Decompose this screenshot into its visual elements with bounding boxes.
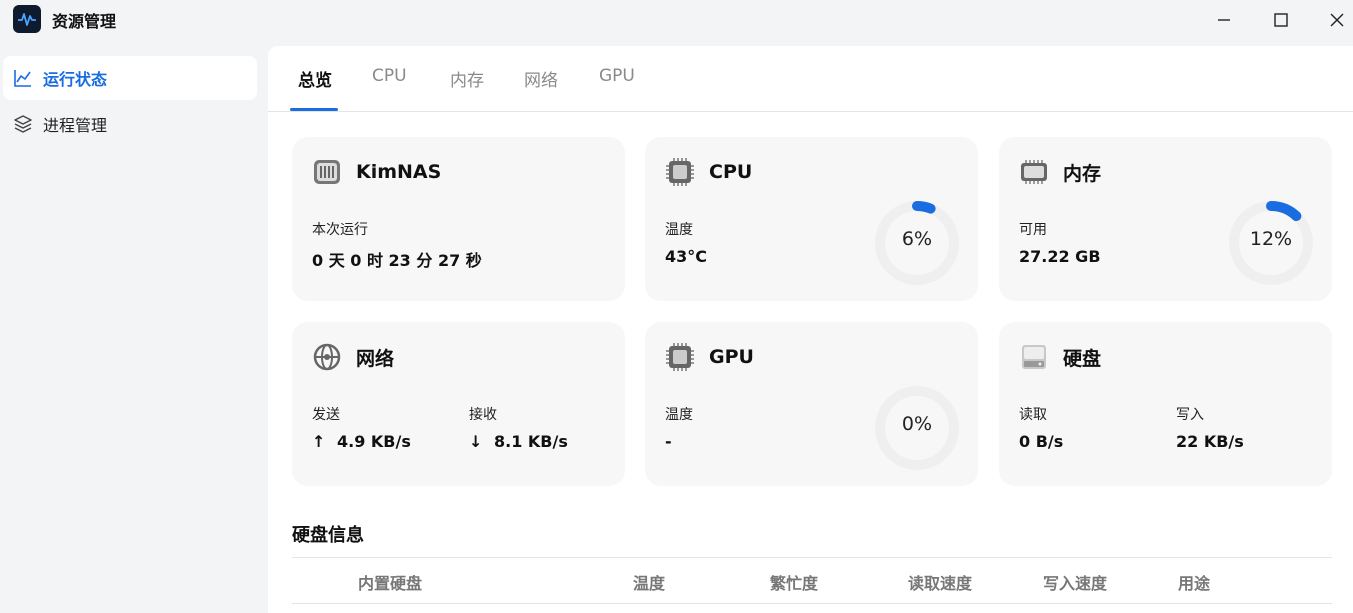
cpu-usage-text: 6% (901, 228, 933, 250)
cpu-usage-gauge: 6% (872, 198, 962, 288)
cpu-card: CPU 温度 43°C 6% (645, 137, 978, 301)
disk-write-value: 22 KB/s (1176, 432, 1244, 451)
memory-available-value: 27.22 GB (1019, 247, 1101, 266)
maximize-button[interactable] (1269, 8, 1293, 32)
close-icon (1330, 13, 1344, 27)
column-header[interactable]: 写入速度 (1043, 570, 1107, 594)
disk-read-value: 0 B/s (1019, 432, 1064, 451)
cpu-chip-icon (666, 158, 694, 186)
uptime-label: 本次运行 (312, 222, 368, 238)
memory-available-label: 可用 (1019, 222, 1047, 238)
memory-usage-text: 12% (1249, 228, 1293, 250)
disk-info-title: 硬盘信息 (292, 525, 364, 546)
tab-memory[interactable]: 内存 (450, 66, 484, 91)
disk-card: 硬盘 读取 0 B/s 写入 22 KB/s (999, 322, 1332, 486)
memory-usage-gauge: 12% (1226, 198, 1316, 288)
server-icon (314, 160, 340, 184)
card-title: KimNAS (356, 161, 442, 183)
arrow-up-icon: ↑ (312, 432, 326, 451)
line-chart-icon (13, 68, 33, 88)
layers-icon (13, 114, 33, 134)
app-logo-icon (13, 5, 41, 33)
card-title: 硬盘 (1063, 347, 1102, 370)
uptime-value: 0 天 0 时 23 分 27 秒 (312, 251, 482, 270)
sidebar-item-process[interactable]: 进程管理 (3, 102, 257, 146)
sidebar-item-label: 进程管理 (43, 116, 108, 135)
network-recv-label: 接收 (469, 407, 497, 423)
card-title: 内存 (1063, 162, 1102, 185)
tab-network[interactable]: 网络 (524, 66, 558, 91)
maximize-icon (1274, 13, 1288, 27)
system-card: KimNAS 本次运行 0 天 0 时 23 分 27 秒 (292, 137, 625, 301)
sidebar-item-label: 运行状态 (43, 70, 108, 89)
column-header[interactable]: 读取速度 (908, 570, 972, 594)
minimize-icon (1218, 19, 1230, 21)
cpu-temp-value: 43°C (665, 247, 708, 266)
arrow-down-icon: ↓ (469, 432, 483, 451)
gpu-card: GPU 温度 - 0% (645, 322, 978, 486)
disk-read-label: 读取 (1019, 407, 1047, 423)
tab-bar: 总览 CPU 内存 网络 GPU (268, 46, 1353, 112)
column-header[interactable]: 温度 (633, 570, 665, 594)
card-title: CPU (709, 161, 753, 183)
gpu-chip-icon (666, 343, 694, 371)
cpu-temp-label: 温度 (665, 222, 693, 238)
tab-gpu[interactable]: GPU (599, 66, 635, 86)
network-send-label: 发送 (312, 407, 340, 423)
card-title: 网络 (356, 347, 395, 370)
column-header[interactable]: 繁忙度 (770, 570, 818, 594)
minimize-button[interactable] (1212, 8, 1236, 32)
tab-cpu[interactable]: CPU (372, 66, 407, 86)
close-button[interactable] (1325, 8, 1349, 32)
memory-card: 内存 可用 27.22 GB 12% (999, 137, 1332, 301)
gpu-usage-text: 0% (901, 413, 933, 435)
network-recv-value-group: ↓ 8.1 KB/s (469, 432, 568, 451)
disk-table-header: 内置硬盘 温度 繁忙度 读取速度 写入速度 用途 (292, 557, 1332, 604)
network-send-value: 4.9 KB/s (336, 432, 411, 451)
network-recv-value: 8.1 KB/s (493, 432, 568, 451)
network-globe-icon (313, 343, 341, 371)
app-title: 资源管理 (52, 12, 117, 31)
sidebar: 运行状态 进程管理 (0, 40, 262, 613)
hard-disk-icon (1022, 345, 1046, 369)
sidebar-item-status[interactable]: 运行状态 (3, 56, 257, 100)
gpu-usage-gauge: 0% (872, 383, 962, 473)
ram-icon (1021, 160, 1047, 184)
disk-write-label: 写入 (1176, 407, 1204, 423)
card-title: GPU (709, 346, 754, 368)
active-tab-indicator (290, 108, 338, 111)
network-card: 网络 发送 ↑ 4.9 KB/s 接收 ↓ 8.1 KB/s (292, 322, 625, 486)
gpu-temp-label: 温度 (665, 407, 693, 423)
gpu-temp-value: - (665, 432, 672, 451)
network-send-value-group: ↑ 4.9 KB/s (312, 432, 411, 451)
title-bar: 资源管理 (0, 0, 1353, 40)
column-header[interactable]: 用途 (1178, 570, 1210, 594)
main-panel: 总览 CPU 内存 网络 GPU KimNAS 本次运行 0 天 0 时 23 … (268, 46, 1353, 613)
column-header[interactable]: 内置硬盘 (358, 570, 422, 594)
tab-overview[interactable]: 总览 (298, 66, 332, 91)
